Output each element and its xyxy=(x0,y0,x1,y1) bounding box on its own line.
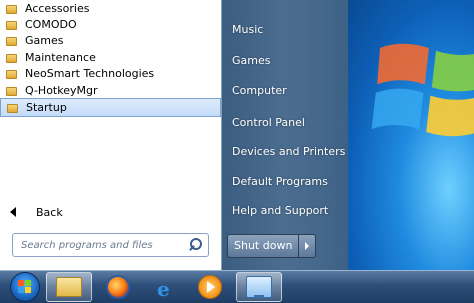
folder-icon xyxy=(6,68,17,80)
folder-label: COMODO xyxy=(25,18,77,32)
back-label: Back xyxy=(36,205,63,219)
folder-item-games[interactable]: Games xyxy=(0,33,221,49)
right-item-control-panel[interactable]: Control Panel xyxy=(232,116,305,129)
folder-item-comodo[interactable]: COMODO xyxy=(0,16,221,32)
folder-item-q-hotkeymgr[interactable]: Q-HotkeyMgr xyxy=(0,82,221,98)
folder-label: Startup xyxy=(26,101,67,115)
windows-logo-icon xyxy=(18,280,31,293)
firefox-icon xyxy=(106,275,130,299)
right-item-help-and-support[interactable]: Help and Support xyxy=(232,204,328,217)
taskbar: e xyxy=(0,270,474,303)
folder-icon xyxy=(6,52,17,63)
right-item-default-programs[interactable]: Default Programs xyxy=(232,175,328,188)
taskbar-explorer-button[interactable] xyxy=(46,272,92,302)
taskbar-firefox-button[interactable] xyxy=(95,272,141,302)
folder-label: Q-HotkeyMgr xyxy=(25,83,98,97)
folder-label: Maintenance xyxy=(25,50,96,64)
start-orb-icon xyxy=(10,272,40,302)
taskbar-remote-desktop-button[interactable] xyxy=(236,272,282,302)
remote-desktop-icon xyxy=(246,276,272,298)
start-button[interactable] xyxy=(2,272,48,302)
folder-item-startup[interactable]: Startup xyxy=(0,98,221,117)
search-icon[interactable] xyxy=(188,237,204,253)
shutdown-button[interactable]: Shut down xyxy=(228,235,300,257)
media-player-icon xyxy=(198,275,222,299)
shutdown-options-button[interactable] xyxy=(299,235,315,257)
right-item-music[interactable]: Music xyxy=(232,23,263,36)
folder-label: Accessories xyxy=(25,1,90,15)
start-search-box[interactable] xyxy=(12,233,209,257)
folder-icon xyxy=(6,19,17,31)
right-item-computer[interactable]: Computer xyxy=(232,84,287,97)
folder-label: Games xyxy=(25,34,64,48)
folder-label: NeoSmart Technologies xyxy=(25,67,155,81)
right-item-devices-and-printers[interactable]: Devices and Printers xyxy=(232,145,345,158)
shutdown-button-group: Shut down xyxy=(227,234,317,258)
folder-item-neosmart[interactable]: NeoSmart Technologies xyxy=(0,66,221,82)
folder-icon xyxy=(6,3,17,14)
program-folder-list: Accessories COMODO Games Maintenance Neo… xyxy=(0,0,221,117)
start-menu-right-panel: ​ Music Games Computer Control Panel Dev… xyxy=(222,0,348,270)
desktop-wallpaper xyxy=(348,0,474,270)
folder-item-maintenance[interactable]: Maintenance xyxy=(0,49,221,65)
search-input[interactable] xyxy=(19,238,188,252)
folder-item-accessories[interactable]: Accessories xyxy=(0,0,221,16)
folder-icon xyxy=(6,35,17,47)
back-arrow-icon xyxy=(10,207,16,217)
chevron-right-icon xyxy=(305,242,310,250)
right-item-games[interactable]: Games xyxy=(232,54,270,67)
back-button[interactable]: Back xyxy=(0,203,221,221)
windows-logo-wallpaper xyxy=(371,43,474,137)
taskbar-ie-button[interactable]: e xyxy=(143,272,189,302)
folder-icon xyxy=(6,85,17,96)
internet-explorer-icon: e xyxy=(157,277,170,301)
folder-icon xyxy=(7,102,18,114)
taskbar-media-player-button[interactable] xyxy=(187,272,233,302)
start-menu-programs-panel: Accessories COMODO Games Maintenance Neo… xyxy=(0,0,222,270)
windows-explorer-icon xyxy=(56,277,82,297)
